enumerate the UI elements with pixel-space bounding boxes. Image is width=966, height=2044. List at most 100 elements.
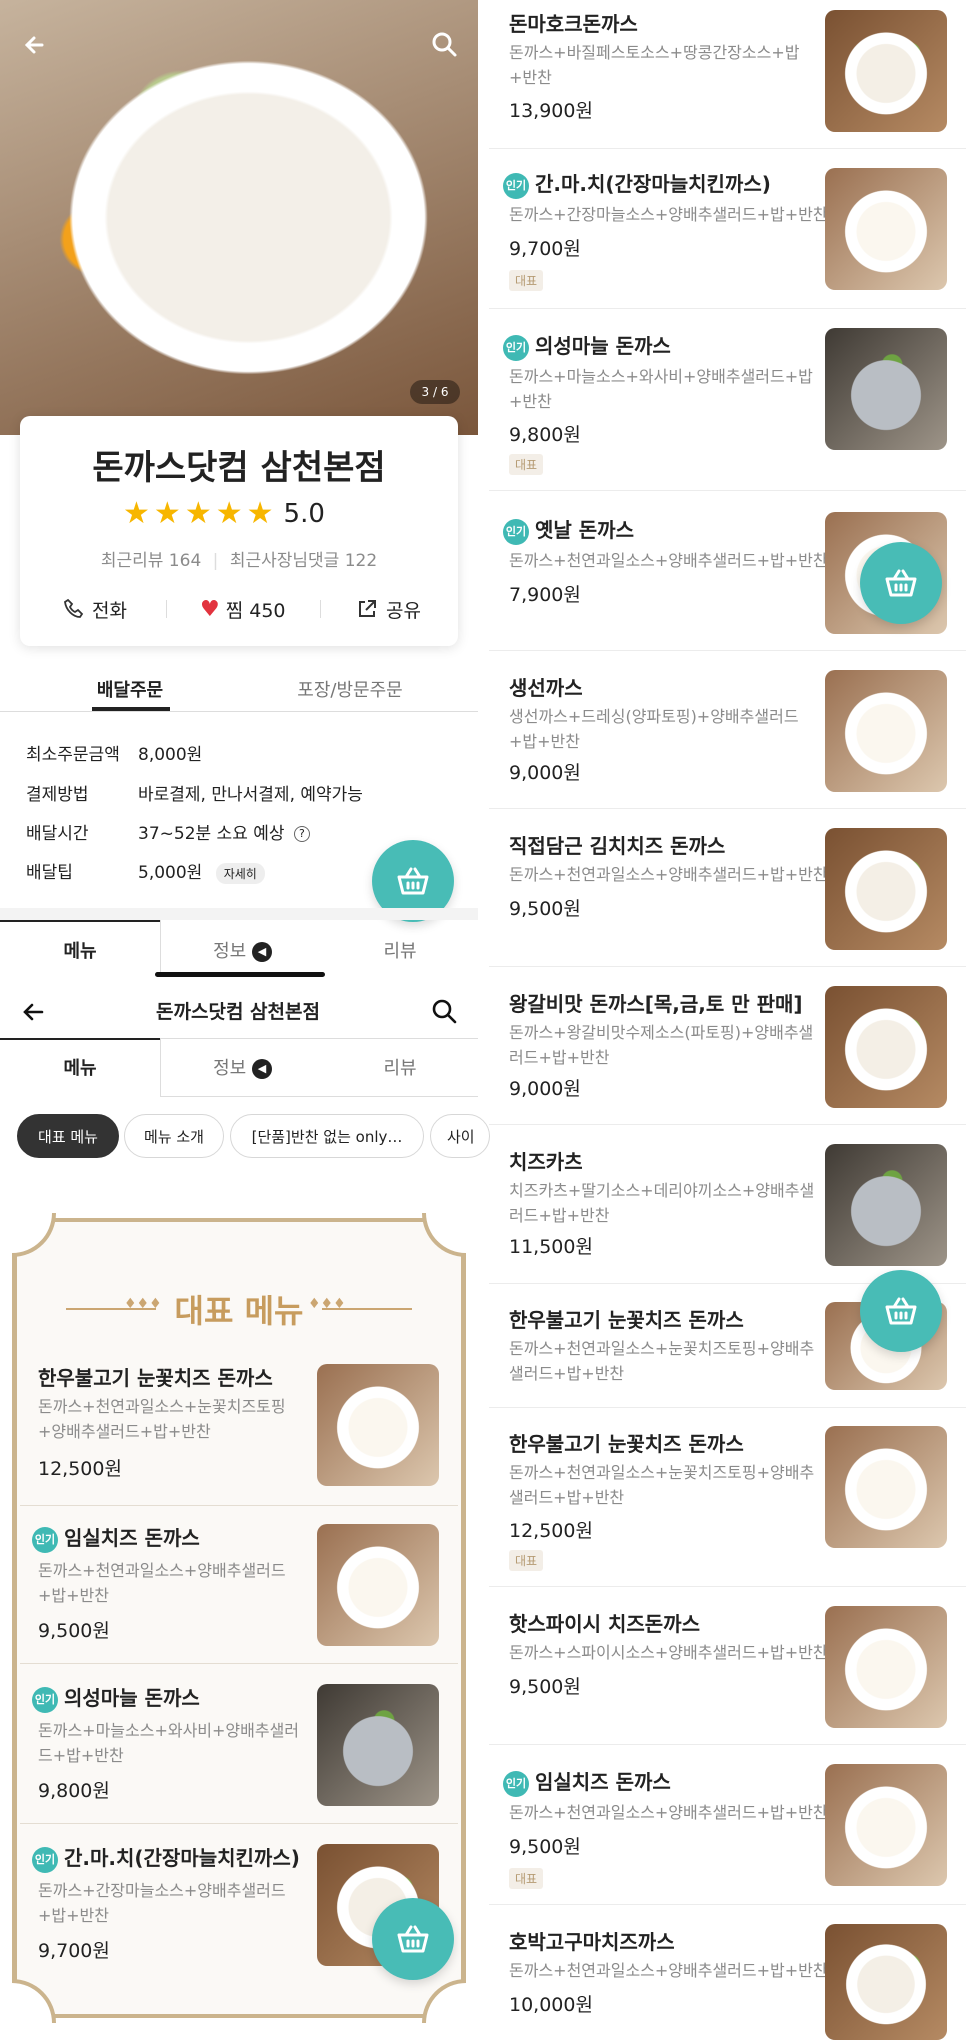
chip-representative[interactable]: 대표 메뉴 bbox=[17, 1114, 119, 1158]
owner-replies[interactable]: 최근사장님댓글 122 bbox=[230, 551, 377, 571]
item-name: 간.마.치(간장마늘치킨까스) bbox=[64, 1846, 300, 1870]
menu-item[interactable]: 왕갈비맛 돈까스[목,금,토 만 판매] 돈까스+왕갈비맛수제소스(파토핑)+양… bbox=[489, 980, 966, 1120]
menu-item[interactable]: 치즈카츠 치즈카츠+딸기소스+데리야끼소스+양배추샐러드+밥+반찬 11,500… bbox=[489, 1138, 966, 1278]
item-name: 의성마늘 돈까스 bbox=[64, 1686, 200, 1710]
item-name: 한우불고기 눈꽃치즈 돈까스 bbox=[38, 1366, 273, 1390]
menu-item[interactable]: 인기 간.마.치(간장마늘치킨까스) 돈까스+간장마늘소스+양배추샐러드+밥+반찬… bbox=[489, 160, 966, 300]
frame-top-line bbox=[53, 1218, 425, 1222]
featured-item[interactable]: 한우불고기 눈꽃치즈 돈까스 돈까스+천연과일소스+눈꽃치즈토핑+양배추샐러드+… bbox=[20, 1362, 458, 1504]
tab-delivery[interactable]: 배달주문 bbox=[80, 676, 180, 702]
menu-item[interactable]: 핫스파이시 치즈돈까스 돈까스+스파이시소스+양배추샐러드+밥+반찬 9,500… bbox=[489, 1600, 966, 1740]
heading-ornament-right bbox=[322, 1308, 412, 1310]
tab-pickup[interactable]: 포장/방문주문 bbox=[280, 676, 420, 702]
info-row-payment: 결제방법 바로결제, 만나서결제, 예약가능 bbox=[26, 780, 363, 805]
store-card: 돈까스닷컴 삼천본점 ★ ★ ★ ★ ★ 5.0 최근리뷰 164 | 최근사장… bbox=[20, 416, 458, 646]
info-row-min-order: 최소주문금액 8,000원 bbox=[26, 740, 202, 765]
item-photo bbox=[317, 1684, 439, 1806]
item-photo bbox=[825, 168, 947, 290]
menu-item[interactable]: 호박고구마치즈까스 돈까스+천연과일소스+양배추샐러드+밥+반찬 10,000원 bbox=[489, 1918, 966, 2044]
item-divider bbox=[489, 308, 966, 309]
info-value: 바로결제, 만나서결제, 예약가능 bbox=[138, 785, 363, 805]
hot-badge: 인기 bbox=[503, 334, 529, 361]
tab-info[interactable]: 정보 ◀ bbox=[160, 937, 325, 963]
item-desc: 돈까스+간장마늘소스+양배추샐러드+밥+반찬 bbox=[509, 205, 828, 224]
call-button[interactable]: 전화 bbox=[62, 594, 127, 624]
featured-heading: 대표 메뉴 bbox=[174, 1292, 304, 1330]
item-desc: 돈까스+왕갈비맛수제소스(파토핑)+양배추샐러드+밥+반찬 bbox=[509, 1023, 814, 1067]
item-photo bbox=[825, 328, 947, 450]
rep-badge: 대표 bbox=[509, 1868, 544, 1889]
back-arrow-icon bbox=[23, 1003, 44, 1021]
item-photo bbox=[825, 1606, 947, 1728]
info-row-delivery-time: 배달시간 37~52분 소요 예상 ? bbox=[26, 819, 310, 844]
item-name-row: 인기 임실치즈 돈까스 bbox=[503, 1766, 671, 1797]
menu-item[interactable]: 생선까스 생선까스+드레싱(양파토핑)+양배추샐러드+밥+반찬 9,000원 bbox=[489, 664, 966, 804]
tabs-scroll-indicator bbox=[155, 972, 325, 977]
rating-row: ★ ★ ★ ★ ★ 5.0 bbox=[123, 496, 325, 532]
item-photo bbox=[317, 1364, 439, 1486]
item-name: 옛날 돈까스 bbox=[535, 518, 634, 542]
search-icon bbox=[432, 32, 457, 57]
item-desc: 돈까스+바질페스토소스+땅콩간장소스+밥+반찬 bbox=[509, 43, 800, 87]
back-button[interactable] bbox=[18, 28, 52, 62]
menu-item[interactable]: 한우불고기 눈꽃치즈 돈까스 돈까스+천연과일소스+눈꽃치즈토핑+양배추샐러드+… bbox=[489, 1420, 966, 1580]
item-name-row: 인기 간.마.치(간장마늘치킨까스) bbox=[32, 1842, 300, 1873]
menu-item[interactable]: 인기 의성마늘 돈까스 돈까스+마늘소스+와사비+양배추샐러드+밥+반찬 9,80… bbox=[489, 322, 966, 482]
details-badge[interactable]: 자세히 bbox=[215, 862, 265, 884]
item-name-row: 인기 의성마늘 돈까스 bbox=[503, 330, 671, 361]
hot-badge: 인기 bbox=[503, 172, 529, 199]
sticky-search-button[interactable] bbox=[428, 995, 462, 1029]
share-label: 공유 bbox=[386, 599, 421, 622]
item-name: 간.마.치(간장마늘치킨까스) bbox=[535, 172, 771, 196]
item-divider bbox=[489, 966, 966, 967]
star-icon: ★ bbox=[153, 496, 181, 531]
menu-item[interactable]: 돈마호크돈까스 돈까스+바질페스토소스+땅콩간장소스+밥+반찬 13,900원 bbox=[489, 0, 966, 146]
item-price: 13,900원 bbox=[509, 100, 593, 122]
item-desc: 돈까스+천연과일소스+양배추샐러드+밥+반찬 bbox=[509, 551, 828, 570]
cart-button[interactable] bbox=[860, 1270, 942, 1352]
item-price: 10,000원 bbox=[509, 1994, 593, 2016]
chip-single-item[interactable]: [단품]반찬 없는 only… bbox=[230, 1114, 424, 1158]
item-photo bbox=[825, 1924, 947, 2040]
item-name: 생선까스 bbox=[509, 676, 583, 700]
sticky-tab-info[interactable]: 정보 ◀ bbox=[160, 1054, 325, 1080]
chip-menu-intro[interactable]: 메뉴 소개 bbox=[124, 1114, 224, 1158]
sticky-title: 돈까스닷컴 삼천본점 bbox=[156, 1001, 320, 1023]
menu-item[interactable]: 직접담근 김치치즈 돈까스 돈까스+천연과일소스+양배추샐러드+밥+반찬 9,5… bbox=[489, 822, 966, 962]
star-icon: ★ bbox=[123, 496, 150, 531]
frame-corner bbox=[422, 1979, 466, 2023]
item-price: 9,700원 bbox=[509, 238, 581, 260]
rep-badge: 대표 bbox=[509, 270, 544, 291]
like-button[interactable]: ♥ 찜 450 bbox=[200, 594, 286, 624]
stat-divider: | bbox=[212, 551, 219, 571]
star-icon: ★ bbox=[184, 496, 212, 531]
rep-badge: 대표 bbox=[509, 1550, 544, 1571]
tab-review[interactable]: 리뷰 bbox=[325, 937, 475, 963]
tab-menu[interactable]: 메뉴 bbox=[0, 937, 160, 963]
item-photo bbox=[825, 1426, 947, 1548]
menu-item[interactable]: 인기 임실치즈 돈까스 돈까스+천연과일소스+양배추샐러드+밥+반찬 9,500원… bbox=[489, 1758, 966, 1908]
item-price: 9,000원 bbox=[509, 762, 581, 784]
sticky-back-button[interactable] bbox=[16, 995, 50, 1029]
help-icon[interactable]: ? bbox=[293, 826, 310, 842]
hot-badge: 인기 bbox=[32, 1686, 58, 1713]
hero-search-button[interactable] bbox=[428, 28, 462, 62]
item-name-row: 인기 의성마늘 돈까스 bbox=[32, 1682, 200, 1713]
cart-button[interactable] bbox=[372, 1898, 454, 1980]
item-photo bbox=[825, 986, 947, 1108]
item-price: 7,900원 bbox=[509, 584, 581, 606]
sticky-tab-review[interactable]: 리뷰 bbox=[325, 1054, 475, 1080]
featured-item[interactable]: 인기 임실치즈 돈까스 돈까스+천연과일소스+양배추샐러드+밥+반찬 9,500원 bbox=[20, 1522, 458, 1662]
recent-reviews[interactable]: 최근리뷰 164 bbox=[101, 551, 201, 571]
featured-item[interactable]: 인기 의성마늘 돈까스 돈까스+마늘소스+와사비+양배추샐러드+밥+반찬 9,80… bbox=[20, 1682, 458, 1822]
item-name: 돈마호크돈까스 bbox=[509, 12, 638, 36]
chip-side[interactable]: 사이 bbox=[430, 1114, 490, 1158]
cart-button[interactable] bbox=[860, 542, 942, 624]
info-value: 5,000원 bbox=[138, 863, 203, 883]
item-divider bbox=[489, 650, 966, 651]
share-button[interactable]: 공유 bbox=[356, 594, 421, 624]
sticky-tab-menu[interactable]: 메뉴 bbox=[0, 1054, 160, 1080]
item-photo bbox=[317, 1524, 439, 1646]
item-price: 9,700원 bbox=[38, 1940, 110, 1962]
hot-badge: 인기 bbox=[32, 1846, 58, 1873]
